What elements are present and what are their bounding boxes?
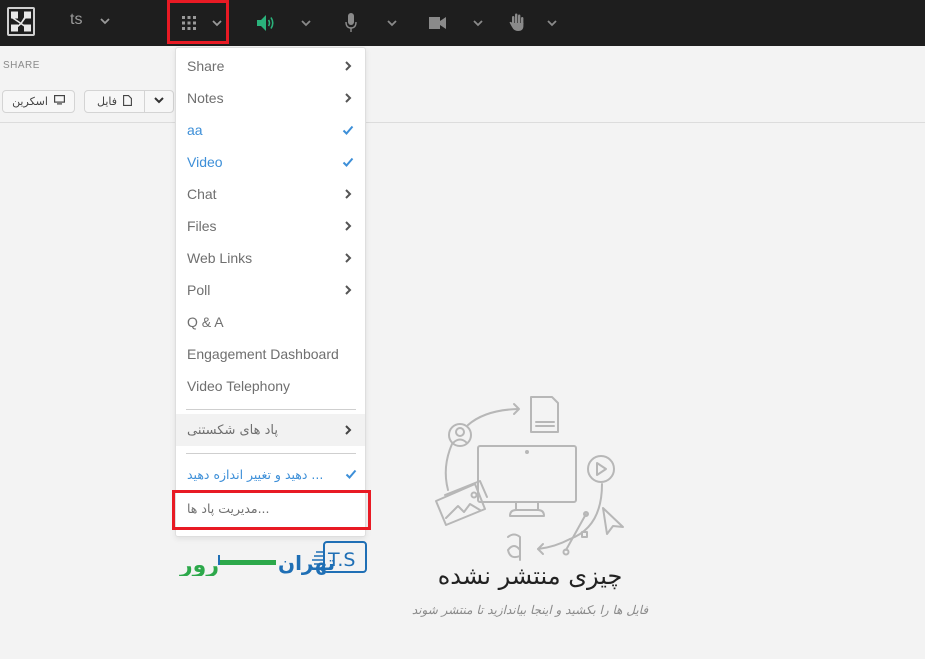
menu-item-label: Video [187,154,223,170]
menu-item-label: Web Links [187,250,253,266]
menu-item-qa[interactable]: Q & A [176,306,365,338]
chevron-right-icon [342,92,354,104]
check-icon [342,156,354,168]
menu-item-video-telephony[interactable]: Video Telephony [176,370,365,402]
chevron-down-icon[interactable] [471,16,485,30]
menu-item-label: Q & A [187,314,224,330]
share-file-button[interactable]: فایل [85,91,145,112]
menu-item-label: aa [187,122,203,138]
watermark-suffix: رور [179,553,219,576]
watermark-mark: T.S [327,549,355,571]
chevron-right-icon [342,188,354,200]
play-illustration-icon [587,455,615,483]
chevron-right-icon [342,252,354,264]
menu-item-breakout-pods[interactable]: پاد های شکستنی [176,414,365,446]
photos-illustration-icon [435,480,488,526]
meeting-title[interactable]: ts [70,11,82,29]
camera-icon[interactable] [429,17,447,29]
manage-pods-highlight-box [172,490,371,530]
menu-item-label: Files [187,218,217,234]
speaker-icon[interactable] [256,14,276,32]
apps-highlight-box [167,0,229,44]
raise-hand-icon[interactable] [509,13,525,32]
top-bar: ts [0,0,925,46]
chevron-down-icon[interactable] [98,14,112,28]
watermark-logo: رور تهران T.S [178,538,368,578]
chevron-right-icon [342,60,354,72]
chevron-right-icon [342,220,354,232]
user-illustration-icon [448,423,472,447]
chevron-down-icon [153,94,165,109]
menu-item-notes[interactable]: Notes [176,82,365,114]
menu-item-aa[interactable]: aa [176,114,365,146]
share-file-label: فایل [96,96,117,108]
monitor-illustration-icon [477,445,577,517]
empty-state-illustration [430,392,635,562]
document-illustration-icon [530,396,559,433]
menu-item-label: Engagement Dashboard [187,346,339,362]
empty-state-title: چیزی منتشر نشده [437,562,623,590]
chevron-down-icon[interactable] [545,16,559,30]
chevron-down-icon[interactable] [385,16,399,30]
menu-separator [186,453,356,454]
menu-item-chat[interactable]: Chat [176,178,365,210]
microphone-icon[interactable] [345,13,357,33]
check-icon [345,468,357,480]
check-icon [342,124,354,136]
menu-item-label: Poll [187,282,211,298]
share-panel-label: SHARE [3,60,40,71]
menu-item-video[interactable]: Video [176,146,365,178]
empty-state-subtitle: فایل ها را بکشید و اینجا بیاندازید تا من… [411,603,649,617]
menu-item-label: Notes [187,90,224,106]
menu-item-move-resize-pods[interactable]: ... دهید و تغییر اندازه دهید [176,458,365,490]
app-logo-icon [7,7,35,36]
share-file-button-group: فایل [84,90,174,113]
divider [0,122,925,123]
menu-item-label: پاد های شکستنی [187,422,278,438]
cursor-illustration-icon [602,507,624,535]
menu-separator [186,409,356,410]
menu-item-share[interactable]: Share [176,50,365,82]
menu-item-label: Share [187,58,225,74]
share-screen-label: اسکرین [12,96,48,108]
share-file-dropdown[interactable] [145,91,173,112]
chevron-right-icon [342,424,354,436]
chevron-right-icon [342,284,354,296]
text-illustration-icon [507,533,521,561]
menu-item-poll[interactable]: Poll [176,274,365,306]
menu-item-web-links[interactable]: Web Links [176,242,365,274]
file-icon [123,94,132,109]
menu-item-label: Video Telephony [187,378,291,394]
monitor-icon [53,95,65,108]
share-screen-button[interactable]: اسکرین [2,90,75,113]
menu-item-label: Chat [187,186,217,202]
menu-item-engagement-dashboard[interactable]: Engagement Dashboard [176,338,365,370]
pods-menu: Share Notes aa Video Chat Files Web Link… [175,47,366,537]
menu-item-label: ... دهید و تغییر اندازه دهید [187,466,324,482]
chevron-down-icon[interactable] [299,16,313,30]
menu-item-files[interactable]: Files [176,210,365,242]
